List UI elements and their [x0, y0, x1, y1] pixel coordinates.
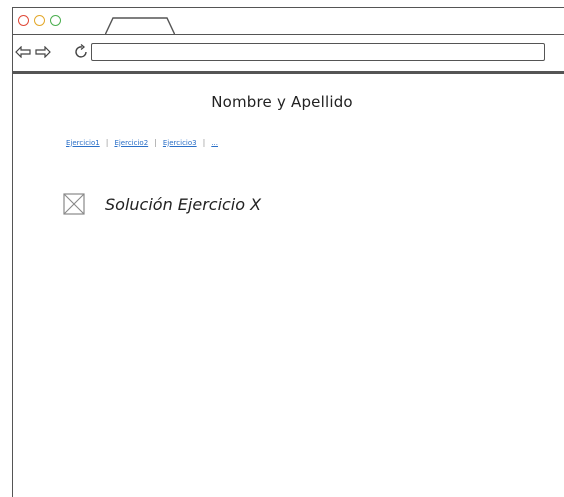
browser-toolbar — [13, 34, 564, 74]
minimize-window-button[interactable] — [34, 15, 45, 26]
back-arrow-icon[interactable] — [15, 46, 31, 58]
link-ejercicio3[interactable]: Ejercicio3 — [163, 139, 197, 147]
close-window-button[interactable] — [18, 15, 29, 26]
title-bar — [13, 8, 564, 35]
solution-title: Solución Ejercicio X — [105, 194, 262, 214]
link-separator: | — [202, 138, 206, 147]
image-placeholder-icon — [63, 193, 85, 215]
link-more[interactable]: ... — [211, 139, 218, 147]
address-bar[interactable] — [91, 43, 545, 61]
page-title: Nombre y Apellido — [211, 93, 353, 111]
exercise-links: Ejercicio1 | Ejercicio2 | Ejercicio3 | .… — [66, 138, 218, 147]
reload-icon[interactable] — [73, 44, 89, 60]
forward-arrow-icon[interactable] — [35, 46, 51, 58]
browser-tab[interactable] — [105, 17, 175, 35]
solution-section: Solución Ejercicio X — [63, 193, 261, 215]
link-separator: | — [105, 138, 109, 147]
maximize-window-button[interactable] — [50, 15, 61, 26]
link-ejercicio1[interactable]: Ejercicio1 — [66, 139, 100, 147]
link-ejercicio2[interactable]: Ejercicio2 — [114, 139, 148, 147]
browser-window — [12, 7, 564, 497]
link-separator: | — [154, 138, 157, 147]
